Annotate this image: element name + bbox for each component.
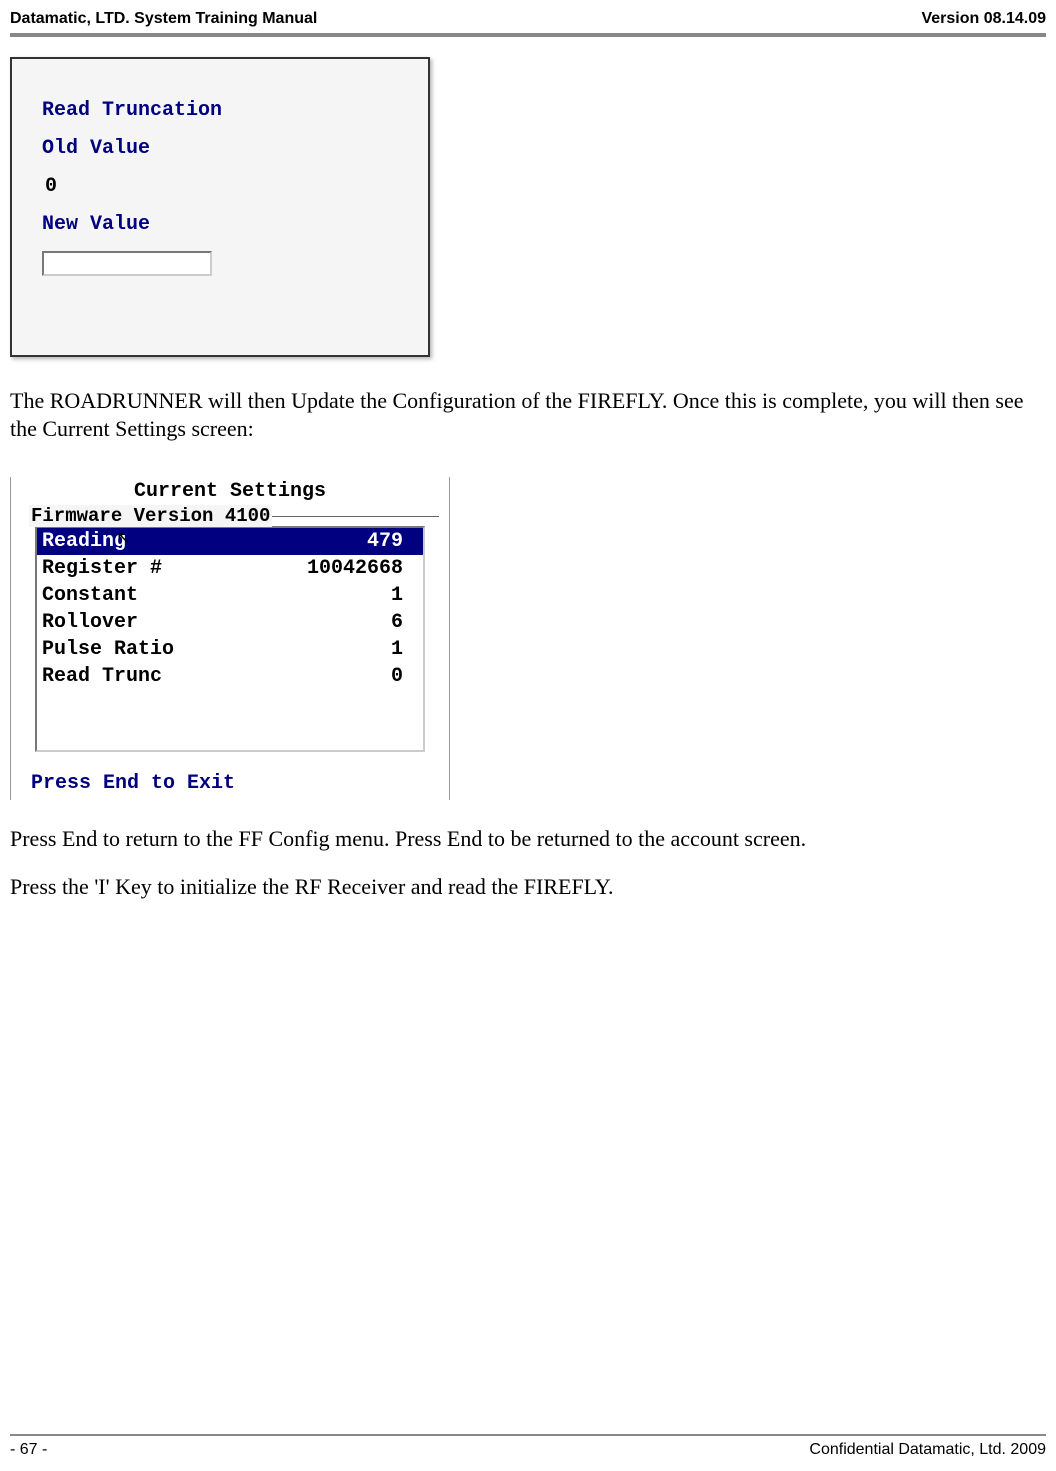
row-label: Pulse Ratio (42, 638, 174, 661)
settings-row-pulse[interactable]: Pulse Ratio 1 (37, 636, 423, 663)
settings-row-constant[interactable]: Constant 1 (37, 582, 423, 609)
row-label: Rollover (42, 611, 138, 634)
press-end-exit-label: Press End to Exit (11, 757, 449, 800)
footer-copyright: Confidential Datamatic, Ltd. 2009 (809, 1441, 1046, 1459)
settings-list: Reading 479 Register # 10042668 Constant… (35, 526, 425, 752)
row-label: Reading (42, 530, 126, 553)
dialog1-title: Read Truncation (42, 99, 398, 122)
page-footer: - 67 - Confidential Datamatic, Ltd. 2009 (0, 1434, 1056, 1459)
footer-divider (10, 1434, 1046, 1436)
row-value: 6 (391, 611, 403, 634)
header-right-text: Version 08.14.09 (921, 10, 1046, 28)
settings-row-rollover[interactable]: Rollover 6 (37, 609, 423, 636)
firmware-label: Firmware Version 4100 (29, 505, 272, 527)
settings-row-reading[interactable]: Reading 479 (37, 528, 423, 555)
row-label: Register # (42, 557, 162, 580)
settings-row-register[interactable]: Register # 10042668 (37, 555, 423, 582)
page-header: Datamatic, LTD. System Training Manual V… (0, 0, 1056, 33)
firmware-header: Firmware Version 4100 (21, 506, 439, 526)
row-label: Read Trunc (42, 665, 162, 688)
current-settings-dialog: Current Settings Firmware Version 4100 ↖… (10, 477, 450, 800)
dialog1-old-label: Old Value (42, 137, 398, 160)
read-truncation-dialog: Read Truncation Old Value 0 New Value (10, 57, 430, 357)
settings-header: Current Settings (11, 477, 449, 506)
row-value: 10042668 (307, 557, 403, 580)
settings-row-trunc[interactable]: Read Trunc 0 (37, 663, 423, 690)
paragraph-2: Press End to return to the FF Config men… (10, 825, 1046, 853)
header-left-text: Datamatic, LTD. System Training Manual (10, 10, 317, 28)
paragraph-1: The ROADRUNNER will then Update the Conf… (10, 387, 1046, 442)
settings-empty-space (37, 690, 423, 750)
row-value: 0 (391, 665, 403, 688)
row-value: 1 (391, 584, 403, 607)
dialog1-old-value: 0 (45, 175, 398, 198)
new-value-input[interactable] (42, 251, 212, 276)
footer-page-number: - 67 - (10, 1441, 47, 1459)
dialog1-new-label: New Value (42, 213, 398, 236)
row-value: 1 (391, 638, 403, 661)
paragraph-3: Press the 'I' Key to initialize the RF R… (10, 873, 1046, 901)
header-divider (10, 33, 1046, 37)
row-label: Constant (42, 584, 138, 607)
row-value: 479 (367, 530, 403, 553)
